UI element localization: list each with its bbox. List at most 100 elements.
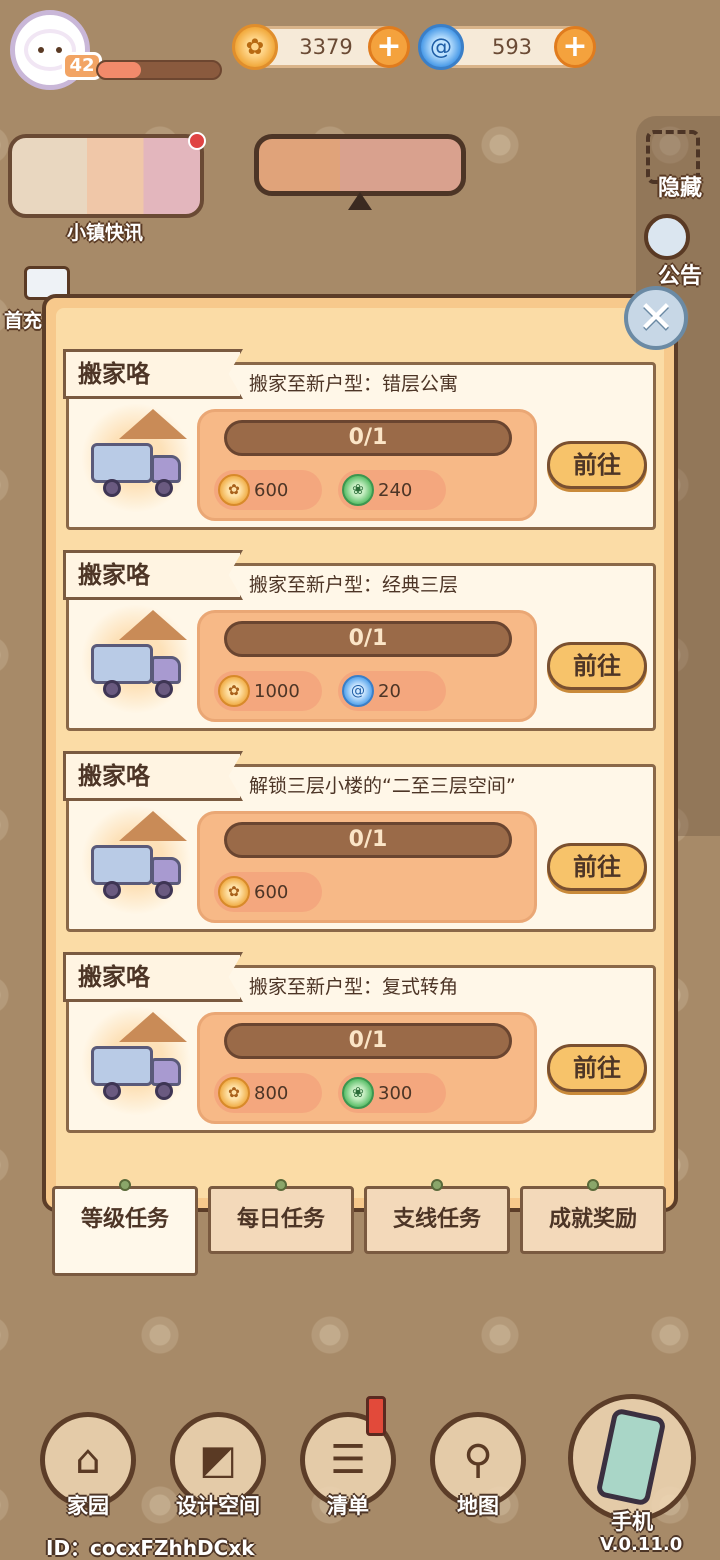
pin-icon [431, 1179, 443, 1191]
gold-coin-icon: ✿ [218, 876, 250, 908]
house-roof [119, 1012, 187, 1042]
house-icon: ⌂ [75, 1437, 101, 1483]
leaf-icon: ❀ [342, 474, 374, 506]
task-card: 搬家咯 搬家至新户型：经典三层 0/1 ✿ 1000 @ 20 前往 [63, 550, 656, 731]
go-button[interactable]: 前往 [547, 441, 647, 489]
moving-truck-icon [81, 403, 191, 513]
add-gold-button[interactable]: + [368, 26, 410, 68]
house-roof [119, 409, 187, 439]
reward-chip: ❀ 240 [338, 470, 446, 510]
task-card: 搬家咯 搬家至新户型：错层公寓 0/1 ✿ 600 ❀ 240 前往 [63, 349, 656, 530]
task-description: 搬家至新户型：错层公寓 [249, 373, 459, 395]
alert-exclamation-icon [366, 1396, 386, 1436]
truck-box [91, 443, 153, 483]
gold-coin-icon: ✿ [218, 474, 250, 506]
reward-amount: 20 [378, 680, 401, 702]
reward-amount: 240 [378, 479, 413, 501]
reward-amount: 600 [254, 881, 289, 903]
task-tag: 搬家咯 [63, 751, 243, 801]
leaf-icon: ❀ [342, 1077, 374, 1109]
notification-dot [188, 132, 206, 150]
tab-daily-tasks[interactable]: 每日任务 [208, 1179, 354, 1254]
pin-icon [275, 1179, 287, 1191]
design-ruler-icon: ◩ [199, 1437, 237, 1483]
tab-label: 支线任务 [392, 1207, 481, 1232]
truck-wheel [155, 680, 173, 698]
add-gem-button[interactable]: + [554, 26, 596, 68]
task-card: 搬家咯 解锁三层小楼的“二至三层空间” 0/1 ✿ 600 前往 [63, 751, 656, 932]
close-icon: ✕ [637, 292, 675, 343]
gold-coin-icon: ✿ [218, 675, 250, 707]
reward-chip: ✿ 600 [214, 872, 322, 912]
reward-chip: ✿ 600 [214, 470, 322, 510]
tab-achievements[interactable]: 成就奖励 [520, 1179, 666, 1254]
house-roof [119, 811, 187, 841]
reward-amount: 800 [254, 1082, 289, 1104]
tab-level-tasks[interactable]: 等级任务 [52, 1179, 198, 1276]
task-progress-bar: 0/1 [224, 420, 512, 456]
task-progress-panel: 0/1 ✿ 1000 @ 20 [197, 610, 537, 722]
task-tag: 搬家咯 [63, 952, 243, 1002]
reward-chip: ❀ 300 [338, 1073, 446, 1113]
gem-swirl-icon: @ [418, 24, 464, 70]
reward-amount: 300 [378, 1082, 413, 1104]
pin-icon [587, 1179, 599, 1191]
gem-amount: 593 [491, 35, 533, 59]
task-progress-bar: 0/1 [224, 621, 512, 657]
go-button[interactable]: 前往 [547, 1044, 647, 1092]
moving-truck-icon [81, 805, 191, 915]
xp-bar [96, 60, 222, 80]
gold-amount: 3379 [299, 35, 353, 59]
task-progress-panel: 0/1 ✿ 600 ❀ 240 [197, 409, 537, 521]
pin-icon [119, 1179, 131, 1191]
xp-fill [98, 62, 141, 78]
reward-amount: 600 [254, 479, 289, 501]
close-button[interactable]: ✕ [624, 286, 688, 350]
nav-label: 清单 [327, 1494, 369, 1518]
task-description: 搬家至新户型：复式转角 [249, 976, 459, 998]
task-description: 解锁三层小楼的“二至三层空间” [249, 775, 516, 797]
truck-wheel [103, 680, 121, 698]
tab-side-tasks[interactable]: 支线任务 [364, 1179, 510, 1254]
task-progress-panel: 0/1 ✿ 600 [197, 811, 537, 923]
nav-label: 设计空间 [176, 1494, 260, 1518]
reward-chip: @ 20 [338, 671, 446, 711]
task-progress-bar: 0/1 [224, 822, 512, 858]
hide-label: 隐藏 [657, 176, 702, 201]
truck-wheel [155, 1082, 173, 1100]
gem-icon: @ [342, 675, 374, 707]
go-button[interactable]: 前往 [547, 642, 647, 690]
reward-amount: 1000 [254, 680, 300, 702]
moving-truck-icon [81, 1006, 191, 1116]
tab-label: 成就奖励 [548, 1207, 637, 1232]
truck-wheel [103, 1082, 121, 1100]
nav-label: 手机 [611, 1510, 653, 1534]
reward-chip: ✿ 1000 [214, 671, 322, 711]
checklist-icon: ☰ [330, 1437, 366, 1483]
truck-box [91, 644, 153, 684]
task-description: 搬家至新户型：经典三层 [249, 574, 459, 596]
truck-box [91, 845, 153, 885]
nav-label: 家园 [67, 1494, 109, 1518]
tab-label: 每日任务 [236, 1207, 325, 1232]
moving-truck-icon [81, 604, 191, 714]
truck-wheel [155, 479, 173, 497]
task-tag: 搬家咯 [63, 550, 243, 600]
weather-widget[interactable] [254, 134, 466, 196]
version-label: V.0.11.0 [600, 1534, 683, 1555]
town-news-card[interactable] [8, 132, 206, 218]
reward-chip: ✿ 800 [214, 1073, 322, 1113]
task-tag: 搬家咯 [63, 349, 243, 399]
truck-wheel [155, 881, 173, 899]
gold-coin-icon: ✿ [218, 1077, 250, 1109]
task-progress-panel: 0/1 ✿ 800 ❀ 300 [197, 1012, 537, 1124]
house-roof [119, 610, 187, 640]
tab-label: 等级任务 [80, 1207, 169, 1232]
gold-coin-icon: ✿ [232, 24, 278, 70]
weather-pointer-icon [348, 192, 372, 210]
town-news-label: 小镇快讯 [66, 222, 143, 244]
go-button[interactable]: 前往 [547, 843, 647, 891]
notice-icon[interactable] [644, 214, 690, 260]
player-id: ID：cocxFZhhDCxk [46, 1536, 255, 1560]
task-progress-bar: 0/1 [224, 1023, 512, 1059]
